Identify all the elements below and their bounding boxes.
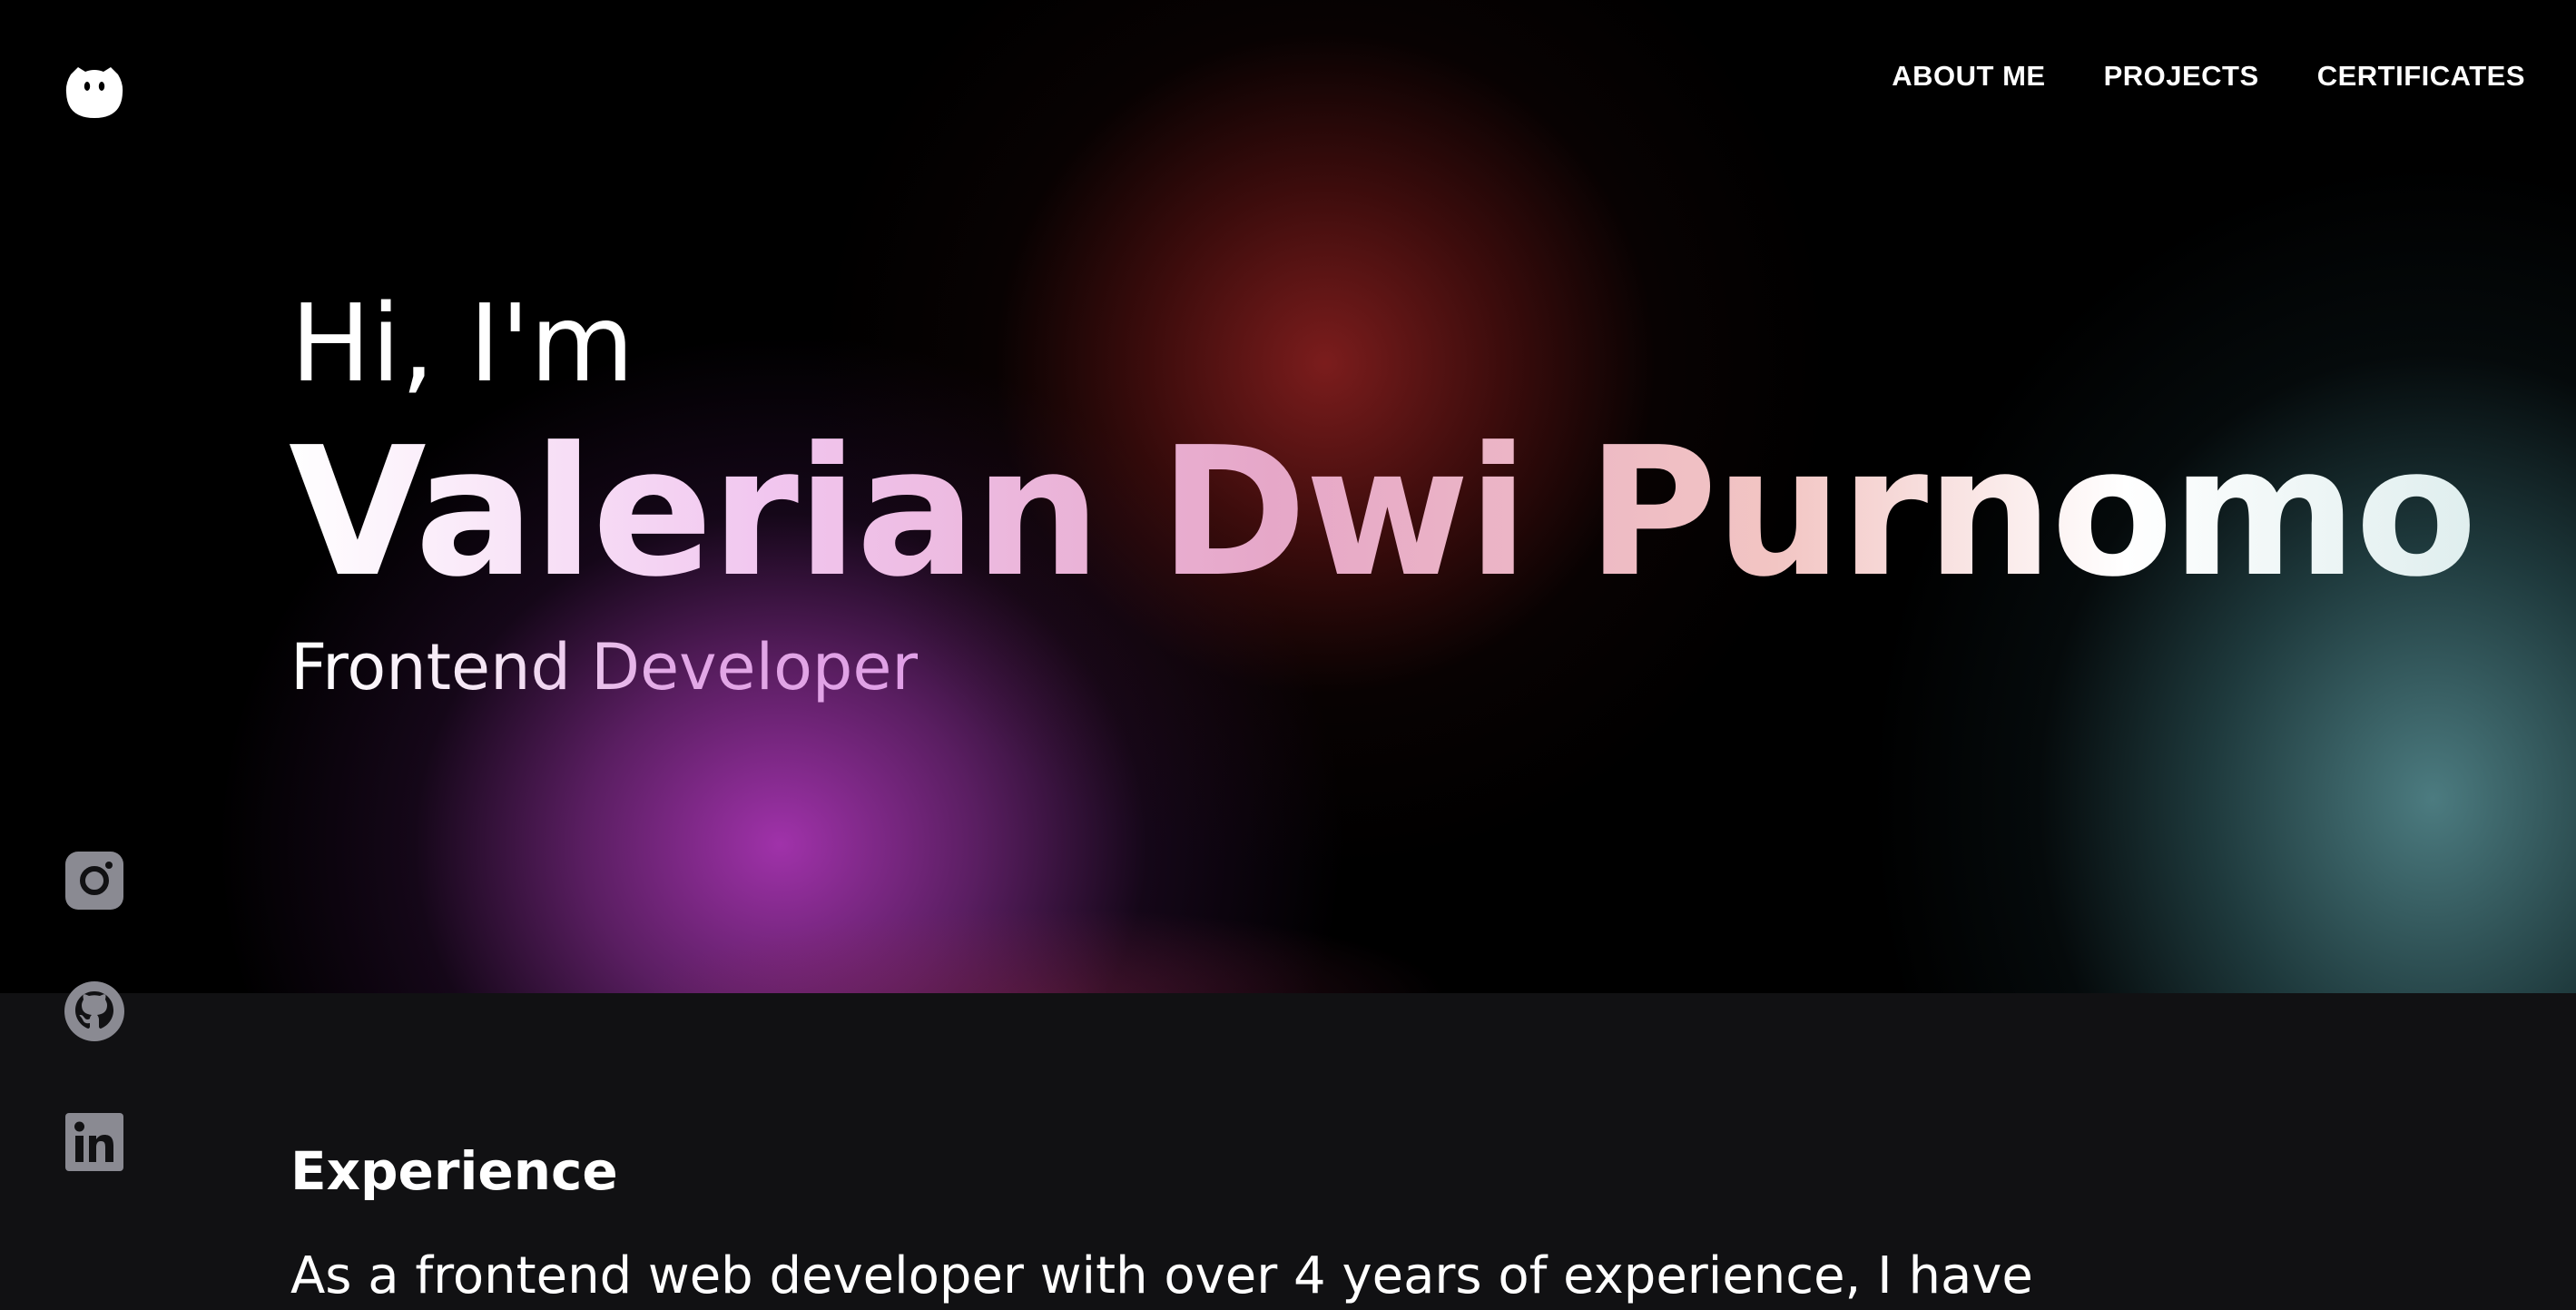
logo-icon[interactable] bbox=[65, 62, 123, 120]
main-nav: ABOUT ME PROJECTS CERTIFICATES bbox=[1892, 58, 2525, 94]
linkedin-link[interactable] bbox=[62, 1111, 127, 1173]
github-icon bbox=[62, 980, 127, 1042]
nav-certificates[interactable]: CERTIFICATES bbox=[2317, 58, 2525, 94]
github-link[interactable] bbox=[62, 980, 127, 1042]
page: ABOUT ME PROJECTS CERTIFICATES Hi, I'm V… bbox=[0, 0, 2576, 1310]
nav-about-me[interactable]: ABOUT ME bbox=[1892, 58, 2045, 94]
experience-text: As a frontend web developer with over 4 … bbox=[290, 1246, 2033, 1305]
experience-title: Experience bbox=[290, 1140, 618, 1202]
hero-glow bbox=[635, 908, 1452, 993]
instagram-icon bbox=[62, 850, 127, 911]
hero-greeting: Hi, I'm bbox=[290, 281, 634, 406]
social-links bbox=[62, 850, 127, 1173]
hero-name: Valerian Dwi Purnomo bbox=[289, 409, 2477, 616]
nav-projects[interactable]: PROJECTS bbox=[2104, 58, 2259, 94]
instagram-link[interactable] bbox=[62, 850, 127, 911]
linkedin-icon bbox=[62, 1111, 127, 1173]
hero-role: Frontend Developer bbox=[290, 626, 918, 708]
